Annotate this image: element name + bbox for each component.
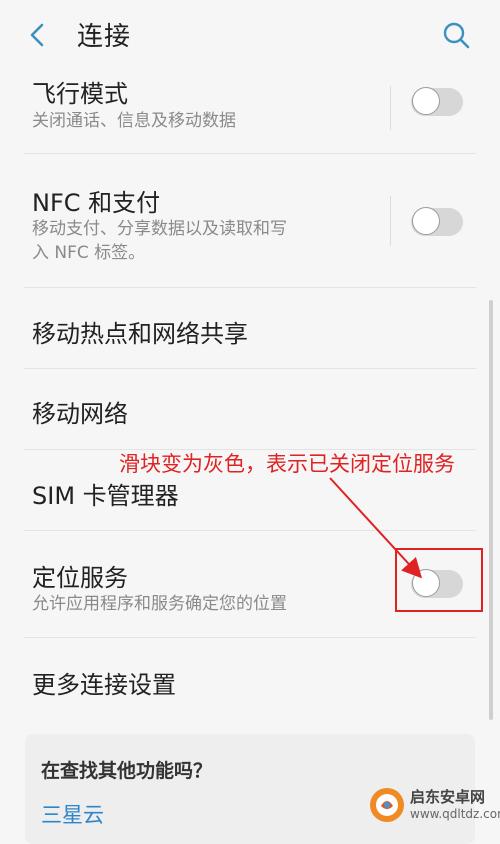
watermark: 启东安卓网 www.qdltdz.com xyxy=(368,784,500,826)
chevron-left-icon[interactable] xyxy=(24,19,52,51)
settings-item-subtitle-line2: 入 NFC 标签。 xyxy=(32,243,146,263)
page-title: 连接 xyxy=(77,22,132,52)
settings-item-subtitle: 允许应用程序和服务确定您的位置 xyxy=(32,594,287,614)
app-header: 连接 xyxy=(0,0,500,70)
divider-vertical xyxy=(390,86,391,130)
watermark-logo-icon xyxy=(370,788,404,822)
settings-item-title: 移动网络 xyxy=(32,400,128,428)
settings-item-mobile-network[interactable]: 移动网络 xyxy=(0,369,500,449)
annotation-text: 滑块变为灰色，表示已关闭定位服务 xyxy=(119,452,455,476)
airplane-mode-toggle[interactable] xyxy=(411,87,463,116)
scrollbar[interactable] xyxy=(489,300,493,720)
settings-item-nfc-payment[interactable]: NFC 和支付 移动支付、分享数据以及读取和写 入 NFC 标签。 xyxy=(0,154,500,287)
settings-item-title: 移动热点和网络共享 xyxy=(32,320,248,348)
settings-item-title: SIM 卡管理器 xyxy=(32,482,179,510)
watermark-url: www.qdltdz.com xyxy=(410,807,500,821)
settings-item-title: 定位服务 xyxy=(32,564,128,592)
nfc-toggle[interactable] xyxy=(411,207,463,236)
settings-item-more-connection-settings[interactable]: 更多连接设置 xyxy=(0,638,500,718)
settings-item-title: NFC 和支付 xyxy=(32,189,161,217)
card-title: 在查找其他功能吗？ xyxy=(41,760,213,782)
search-icon[interactable] xyxy=(440,19,472,51)
settings-item-airplane-mode[interactable]: 飞行模式 关闭通话、信息及移动数据 xyxy=(0,70,500,154)
settings-item-title: 飞行模式 xyxy=(32,80,128,108)
settings-item-subtitle: 关闭通话、信息及移动数据 xyxy=(32,111,236,131)
samsung-cloud-link[interactable]: 三星云 xyxy=(41,799,104,829)
divider-vertical xyxy=(390,196,391,246)
settings-item-hotspot-tethering[interactable]: 移动热点和网络共享 xyxy=(0,288,500,368)
annotation-highlight-box xyxy=(395,548,483,612)
watermark-text: 启东安卓网 xyxy=(410,788,486,806)
settings-item-title: 更多连接设置 xyxy=(32,671,176,699)
toggle-knob xyxy=(412,87,440,115)
toggle-knob xyxy=(412,207,440,235)
settings-item-subtitle-line1: 移动支付、分享数据以及读取和写 xyxy=(32,219,287,239)
